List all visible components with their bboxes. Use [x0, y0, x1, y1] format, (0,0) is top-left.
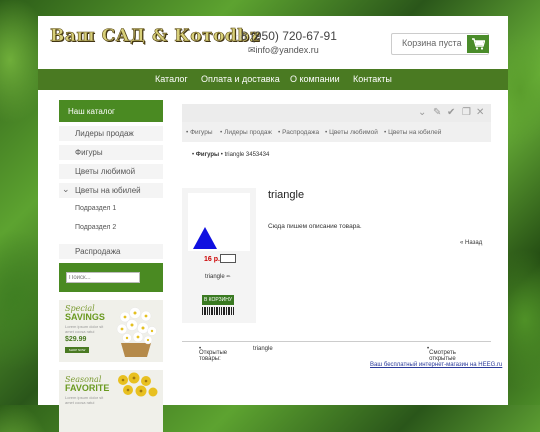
tab-sale[interactable]: • Распродажа — [278, 129, 319, 136]
banner-text: Lorem ipsum dolor sit amet cocsa ratui — [65, 395, 104, 405]
site-logo[interactable]: Ваш САД & Котоdbz — [50, 26, 260, 47]
nav-contacts[interactable]: Контакты — [353, 74, 392, 84]
daisy-bouquet-image — [116, 307, 157, 357]
shopping-cart-icon[interactable] — [467, 35, 489, 53]
tab-beloved[interactable]: • Цветы любимой — [325, 129, 378, 136]
main-nav: Каталог Оплата и доставка О компании Кон… — [38, 69, 508, 90]
opened-label: Открытые товары: • — [199, 346, 228, 362]
product-description: Сюда пишем описание товара. — [268, 223, 362, 230]
nav-payment-delivery[interactable]: Оплата и доставка — [201, 74, 280, 84]
cart-widget[interactable]: Корзина пуста — [391, 33, 489, 55]
view-opened-link[interactable]: • Смотреть открытые — [427, 346, 456, 362]
sidebar-item-subsection-2[interactable]: Подраздел 2 — [59, 221, 163, 236]
product-image[interactable] — [188, 193, 250, 251]
chevron-down-icon: ⌄ — [62, 184, 70, 194]
breadcrumb-current: triangle 3453434 — [224, 152, 270, 158]
category-tabs: • Фигуры • Лидеры продаж • Распродажа • … — [182, 122, 491, 142]
product-price: 16 р. — [204, 256, 220, 263]
promo-banner-savings[interactable]: Special SAVINGS Lorem ipsum dolor sit am… — [59, 300, 163, 362]
nav-about[interactable]: О компании — [290, 74, 340, 84]
search-input[interactable] — [66, 272, 140, 283]
admin-toolbar: ⌄ ✎ ✔ ❐ ✕ — [182, 104, 491, 122]
barcode-icon — [202, 307, 234, 315]
opened-item[interactable]: triangle — [253, 346, 273, 352]
chevron-down-icon[interactable]: ⌄ — [418, 107, 426, 118]
footer-link[interactable]: Ваш бесплатный интернет-магазин на HEEG.… — [370, 362, 502, 368]
back-arrow-icon: « — [460, 240, 464, 246]
shop-now-button[interactable]: SHOP NOW — [65, 347, 89, 353]
back-button[interactable]: « Назад — [460, 240, 482, 246]
sidebar-item-jubilee-flowers[interactable]: ⌄ Цветы на юбилей — [59, 183, 163, 198]
product-card: 16 р. triangle ✏ В КОРЗИНУ — [182, 188, 256, 323]
envelope-icon: ✉ — [248, 45, 256, 55]
check-circle-icon[interactable]: ✔ — [447, 107, 455, 118]
sidebar-item-leaders[interactable]: Лидеры продаж — [59, 126, 163, 141]
banner-text: Lorem ipsum dolor sit amet cocsa ratui — [65, 324, 104, 334]
sidebar-item-beloved-flowers[interactable]: Цветы любимой — [59, 164, 163, 179]
product-name[interactable]: triangle ✏ — [205, 274, 231, 280]
edit-icon[interactable]: ✏ — [226, 274, 230, 280]
product-title: triangle — [268, 189, 305, 201]
opened-products: Открытые товары: • triangle • Смотреть о… — [182, 341, 491, 362]
nav-catalog[interactable]: Каталог — [155, 74, 188, 84]
copy-icon[interactable]: ❐ — [462, 107, 471, 118]
tab-leaders[interactable]: • Лидеры продаж — [220, 129, 272, 136]
banner-line2: SAVINGS — [65, 312, 105, 322]
page: Ваш САД & Котоdbz □8 (950) 720-67-91 ✉in… — [38, 16, 508, 432]
email-address[interactable]: ✉info@yandex.ru — [248, 45, 319, 56]
tab-jubilee[interactable]: • Цветы на юбилей — [384, 129, 441, 136]
quantity-input[interactable] — [220, 254, 236, 263]
close-icon[interactable]: ✕ — [476, 107, 484, 118]
yellow-bouquet-image — [118, 372, 158, 397]
breadcrumb-parent[interactable]: Фигуры — [196, 152, 219, 158]
tab-figures[interactable]: • Фигуры — [186, 129, 213, 136]
triangle-image — [193, 227, 217, 249]
sidebar-item-sale[interactable]: Распродажа — [59, 244, 163, 259]
promo-banner-favorite[interactable]: Seasonal FAVORITE Lorem ipsum dolor sit … — [59, 370, 163, 432]
banner-price: $29.99 — [65, 336, 87, 343]
banner-line2: FAVORITE — [65, 383, 110, 393]
sidebar-item-figures[interactable]: Фигуры — [59, 145, 163, 160]
catalog-header: Наш каталог — [59, 100, 163, 122]
cart-label: Корзина пуста — [402, 38, 462, 48]
add-to-cart-button[interactable]: В КОРЗИНУ — [202, 295, 234, 305]
breadcrumb: • Фигуры • triangle 3453434 — [192, 152, 270, 158]
sidebar-item-subsection-1[interactable]: Подраздел 1 — [59, 202, 163, 217]
phone-number: □8 (950) 720-67-91 — [236, 29, 337, 43]
edit-icon[interactable]: ✎ — [433, 107, 441, 118]
search-box — [59, 263, 163, 292]
